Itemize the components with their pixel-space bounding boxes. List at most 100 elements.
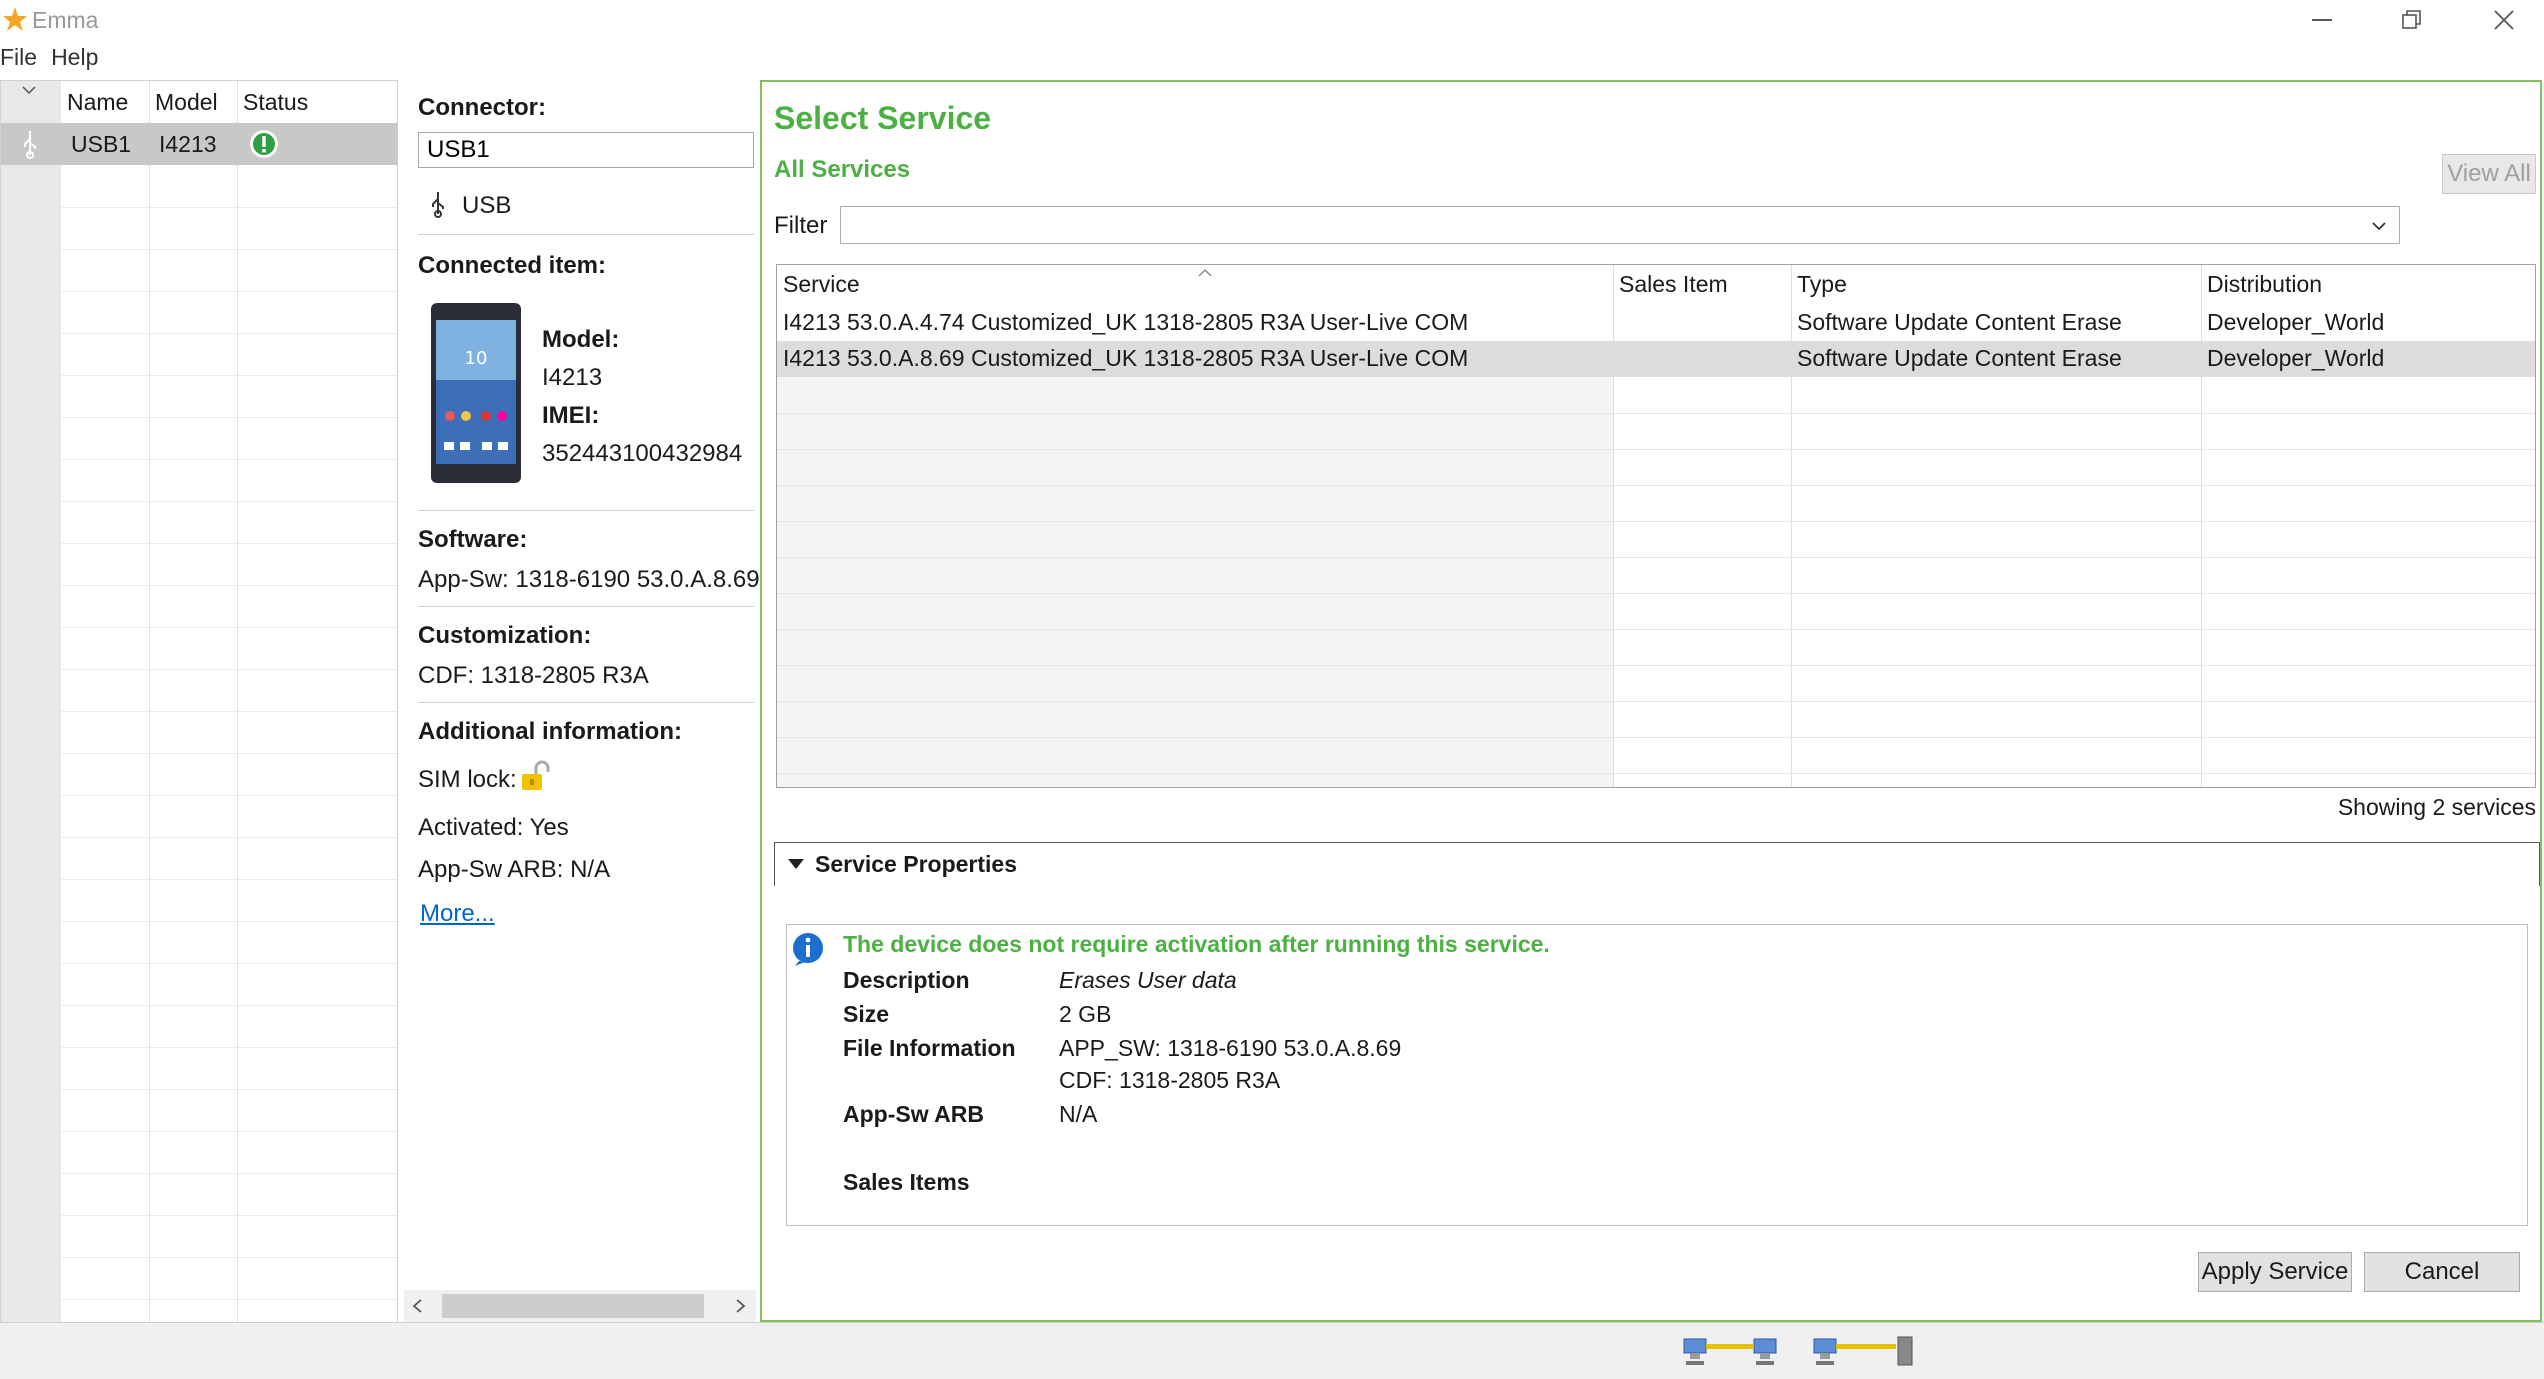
menu-bar: File Help [0,44,112,78]
device-list-gridline [61,1173,397,1174]
service-properties-header[interactable]: Service Properties [774,842,2540,886]
device-list-gridline [61,1005,397,1006]
view-all-button[interactable]: View All [2442,154,2536,194]
device-list-gridline [61,1215,397,1216]
device-name: USB1 [71,131,132,157]
usb-icon [21,129,39,164]
table-gridline [777,629,2535,630]
device-list-gridline [61,291,397,292]
row-service: I4213 53.0.A.4.74 Customized_UK 1318-280… [783,309,1469,335]
exclamation-icon [249,129,279,164]
minimize-button[interactable] [2282,0,2362,40]
file-info-line1: APP_SW: 1318-6190 53.0.A.8.69 [1059,1035,1402,1061]
status-bar [0,1322,2544,1379]
service-properties-title: Service Properties [815,851,1018,877]
file-info-line2: CDF: 1318-2805 R3A [1059,1067,1281,1093]
device-list-gridline [61,837,397,838]
column-header-model[interactable]: Model [155,89,218,116]
column-header-distribution[interactable]: Distribution [2207,271,2322,298]
connector-type: USB [462,192,512,219]
activated-status: Activated: Yes [418,814,569,841]
row-distribution: Developer_World [2207,309,2385,335]
row-service: I4213 53.0.A.8.69 Customized_UK 1318-280… [783,345,1469,371]
table-gridline [777,773,2535,774]
device-list-gridline [61,963,397,964]
restore-icon [2402,10,2421,29]
services-table: Service Sales Item Type Distribution I42… [776,264,2536,788]
minimize-icon [2312,19,2332,21]
device-list-gridline [61,375,397,376]
arb-label: App-Sw ARB [843,1101,984,1127]
customization-label: Customization: [418,622,592,649]
table-row[interactable]: I4213 53.0.A.4.74 Customized_UK 1318-280… [777,305,2535,341]
scrollbar-thumb[interactable] [442,1294,704,1318]
device-list-gridline [61,1047,397,1048]
apply-service-button[interactable]: Apply Service [2198,1252,2352,1292]
device-list-gridline [61,249,397,250]
software-value: App-Sw: 1318-6190 53.0.A.8.69 [418,566,760,593]
device-connection-icon [1812,1335,1920,1374]
table-gridline [777,449,2535,450]
chevron-down-icon[interactable] [21,83,37,101]
column-header-sales-item[interactable]: Sales Item [1619,271,1728,298]
cancel-button[interactable]: Cancel [2364,1252,2520,1292]
column-header-status[interactable]: Status [243,89,308,116]
title-bar: Emma [0,0,2544,40]
imei-label: IMEI: [542,402,600,429]
more-link[interactable]: More... [420,900,495,928]
device-list-gridline [61,669,397,670]
app-logo-icon [2,6,28,32]
column-header-type[interactable]: Type [1797,271,1847,298]
service-subtitle: All Services [774,156,911,183]
menu-help[interactable]: Help [51,44,98,71]
imei-value: 352443100432984 [542,440,743,467]
phone-image: 10 [430,302,522,484]
filter-dropdown[interactable] [840,206,2400,244]
table-gridline [777,413,2535,414]
table-empty-area [777,377,1613,787]
row-type: Software Update Content Erase [1797,309,2122,335]
device-list-gutter [1,81,61,1323]
service-properties-box: The device does not require activation a… [786,924,2528,1226]
device-details-pane: Connector: USB Connected item: 10 Model:… [404,80,760,1322]
device-list-gridline [61,753,397,754]
device-list-gridline [61,459,397,460]
device-list-gridline [61,1299,397,1300]
services-count: Showing 2 services [2337,794,2536,820]
filter-label: Filter [774,212,828,239]
device-list: Name Model Status USB1 I4213 [0,80,398,1324]
collapse-triangle-icon [787,857,805,876]
device-list-gridline [61,501,397,502]
details-separator [418,606,754,607]
scroll-left-icon[interactable] [408,1296,428,1316]
device-list-divider [149,81,150,1323]
horizontal-scrollbar[interactable] [404,1290,756,1322]
device-list-gridline [61,795,397,796]
device-list-gridline [61,207,397,208]
close-button[interactable] [2464,0,2544,40]
arb-status: App-Sw ARB: N/A [418,856,611,883]
unlocked-icon [520,760,550,797]
model-value: I4213 [542,364,603,391]
description-value: Erases User data [1059,967,1237,993]
column-header-service[interactable]: Service [783,271,860,298]
close-icon [2494,10,2514,30]
device-list-gridline [61,1131,397,1132]
device-row[interactable]: USB1 I4213 [1,123,397,165]
model-label: Model: [542,326,620,353]
table-row-selected[interactable]: I4213 53.0.A.8.69 Customized_UK 1318-280… [777,341,2535,377]
menu-file[interactable]: File [0,44,37,71]
restore-button[interactable] [2372,0,2452,40]
table-gridline [777,701,2535,702]
connector-input[interactable] [418,132,754,168]
column-header-name[interactable]: Name [67,89,128,116]
network-connection-icon [1682,1335,1778,1374]
device-model: I4213 [159,131,217,157]
scroll-right-icon[interactable] [730,1296,750,1316]
window-title: Emma [32,7,99,33]
sales-items-label: Sales Items [843,1169,970,1195]
device-list-gridline [61,879,397,880]
device-list-divider [237,81,238,1323]
description-label: Description [843,967,970,993]
device-list-gridline [61,921,397,922]
